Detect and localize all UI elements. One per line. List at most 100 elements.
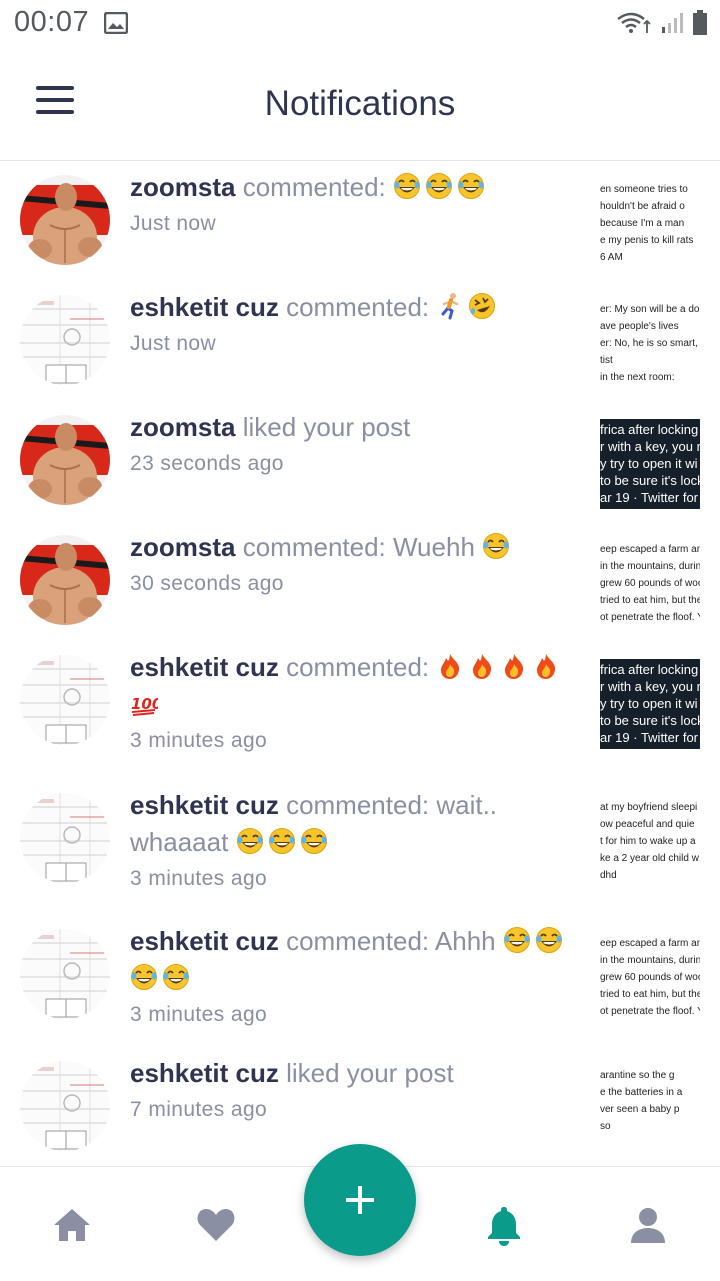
post-thumbnail[interactable]: en someone tries to houldn't be afraid o b…: [600, 179, 700, 269]
post-thumbnail[interactable]: er: My son will be a doctor, h ave people…: [600, 299, 700, 389]
notification-item[interactable]: zoomsta commented: Just now en someone tr…: [0, 172, 720, 295]
notification-text: eshketit cuz commented: wait.. whaaaat 3…: [130, 787, 580, 895]
avatar-image: [20, 1061, 110, 1151]
post-thumbnail-line: tried to eat him, but the: [600, 595, 700, 606]
avatar[interactable]: [20, 295, 110, 385]
notification-text: eshketit cuz commented: Ahhh 3 minutes a…: [130, 923, 580, 1031]
post-thumbnail-line: houldn't be afraid o: [600, 201, 685, 212]
post-thumbnail-text: at my boyfriend sleepi ow peaceful and qu…: [600, 797, 700, 884]
post-thumbnail-line: ave people's lives: [600, 321, 679, 332]
avatar-image: [20, 535, 110, 625]
post-thumbnail-line: dhd: [600, 870, 617, 881]
notification-item[interactable]: zoomsta liked your post 23 seconds ago fri…: [0, 412, 720, 535]
post-thumbnail[interactable]: at my boyfriend sleepi ow peaceful and qu…: [600, 797, 700, 887]
fire-emoji-icon: [473, 654, 492, 679]
post-thumbnail-text: frica after locking r with a key, you r y …: [600, 659, 700, 746]
avatar[interactable]: [20, 1061, 110, 1151]
plus-icon: [358, 1186, 362, 1214]
notification-username[interactable]: eshketit cuz: [130, 652, 279, 682]
post-thumbnail-line: er: My son will be a doctor, h: [600, 304, 700, 315]
notification-username[interactable]: zoomsta: [130, 412, 235, 442]
heart-icon[interactable]: [194, 1203, 238, 1247]
post-thumbnail-line: eep escaped a farm and: [600, 544, 700, 555]
tears-of-joy-emoji-icon: [236, 828, 263, 854]
post-thumbnail[interactable]: arantine so the g e the batteries in a ver…: [600, 1065, 700, 1155]
post-thumbnail-line: ar 19 · Twitter for Androi: [600, 730, 700, 745]
post-thumbnail-text: eep escaped a farm and in the mountains, …: [600, 539, 700, 629]
notification-username[interactable]: zoomsta: [130, 172, 235, 202]
avatar[interactable]: [20, 175, 110, 265]
page-title: Notifications: [264, 84, 456, 123]
home-icon[interactable]: [50, 1203, 94, 1247]
wifi-icon: [617, 12, 651, 33]
post-thumbnail-text: eep escaped a farm and in the mountains, …: [600, 933, 700, 1023]
notification-time: Just now: [130, 332, 217, 355]
notification-username[interactable]: eshketit cuz: [130, 926, 279, 956]
notification-text: eshketit cuz liked your post 7 minutes ag…: [130, 1055, 580, 1126]
bell-icon[interactable]: [482, 1203, 526, 1247]
post-thumbnail-line: r with a key, you r: [600, 679, 700, 694]
avatar-image: [20, 793, 110, 883]
tears-of-joy-emoji-icon: [268, 828, 295, 854]
post-thumbnail-text: frica after locking r with a key, you r y …: [600, 419, 700, 506]
post-thumbnail-line: ot penetrate the floof. Yo: [600, 1006, 700, 1017]
post-thumbnail-text: arantine so the g e the batteries in a ver…: [600, 1065, 700, 1135]
post-thumbnail-line: in the mountains, during: [600, 955, 700, 966]
post-thumbnail-line: 6 AM: [600, 252, 623, 263]
notification-item[interactable]: eshketit cuz commented: Just now er: My s…: [0, 292, 720, 415]
post-thumbnail[interactable]: eep escaped a farm and in the mountains, …: [600, 539, 700, 629]
post-thumbnail-line: to be sure it's lock: [600, 473, 700, 488]
post-thumbnail-line: to be sure it's lock: [600, 713, 700, 728]
post-thumbnail[interactable]: frica after locking r with a key, you r y …: [600, 659, 700, 749]
post-thumbnail-line: ke a 2 year old child w: [600, 853, 699, 864]
post-thumbnail-line: y try to open it wi: [600, 696, 698, 711]
avatar-image: [20, 415, 110, 505]
post-thumbnail-line: e the batteries in a: [600, 1087, 683, 1098]
notification-username[interactable]: eshketit cuz: [130, 790, 279, 820]
avatar[interactable]: [20, 415, 110, 505]
notification-username[interactable]: eshketit cuz: [130, 1058, 279, 1088]
post-thumbnail[interactable]: frica after locking r with a key, you r y …: [600, 419, 700, 509]
avatar[interactable]: [20, 793, 110, 883]
notification-text: zoomsta liked your post 23 seconds ago: [130, 409, 580, 480]
avatar[interactable]: [20, 929, 110, 1019]
notification-username[interactable]: eshketit cuz: [130, 292, 279, 322]
avatar-image: [20, 175, 110, 265]
notification-item[interactable]: zoomsta commented: Wuehh 30 seconds ago e…: [0, 532, 720, 655]
avatar[interactable]: [20, 655, 110, 745]
post-thumbnail-line: y try to open it wi: [600, 456, 698, 471]
fire-emoji-icon: [537, 654, 556, 679]
notification-text: eshketit cuz commented: 100 3 minutes ago: [130, 649, 580, 757]
notification-time: 3 minutes ago: [130, 1003, 268, 1026]
post-thumbnail-line: eep escaped a farm and: [600, 938, 700, 949]
notification-time: 3 minutes ago: [130, 729, 268, 752]
notification-time: Just now: [130, 212, 217, 235]
profile-icon[interactable]: [626, 1203, 670, 1247]
avatar[interactable]: [20, 535, 110, 625]
fire-emoji-icon: [441, 654, 460, 679]
notification-item[interactable]: eshketit cuz commented: 100 3 minutes ago…: [0, 652, 720, 775]
post-thumbnail-line: r with a key, you r: [600, 439, 700, 454]
tears-of-joy-emoji-icon: [458, 173, 485, 199]
avatar-image: [20, 929, 110, 1019]
tears-of-joy-emoji-icon: [535, 927, 562, 953]
create-post-button[interactable]: [304, 1144, 416, 1256]
rofl-emoji-icon: [469, 293, 496, 319]
notification-username[interactable]: zoomsta: [130, 532, 235, 562]
hundred-points-emoji-icon: 100: [131, 695, 158, 716]
notification-item[interactable]: eshketit cuz commented: wait.. whaaaat 3…: [0, 790, 720, 913]
tears-of-joy-emoji-icon: [503, 927, 530, 953]
tears-of-joy-emoji-icon: [163, 964, 189, 990]
post-thumbnail-line: grew 60 pounds of woo: [600, 972, 700, 983]
post-thumbnail-text: er: My son will be a doctor, h ave people…: [600, 299, 700, 386]
post-thumbnail[interactable]: eep escaped a farm and in the mountains, …: [600, 933, 700, 1023]
tears-of-joy-emoji-icon: [394, 173, 421, 199]
notification-text: eshketit cuz commented: Just now: [130, 289, 580, 360]
notification-action: commented: Wuehh: [242, 532, 475, 562]
post-thumbnail-line: ot penetrate the floof. Yo: [600, 612, 700, 623]
post-thumbnail-line: tried to eat him, but the: [600, 989, 700, 1000]
notification-item[interactable]: eshketit cuz commented: Ahhh 3 minutes a…: [0, 926, 720, 1049]
post-thumbnail-line: in the next room:: [600, 372, 675, 383]
status-bar: 00:07: [0, 0, 720, 48]
notification-time: 23 seconds ago: [130, 452, 284, 475]
